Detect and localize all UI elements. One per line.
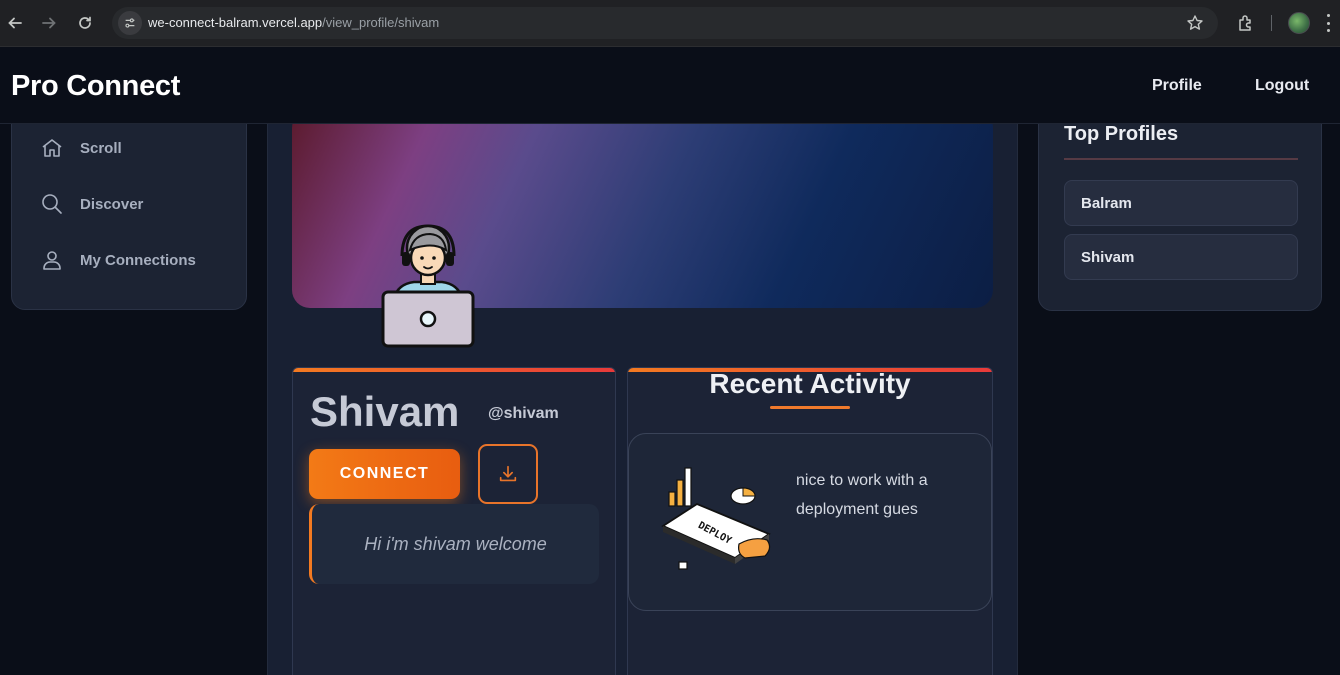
profile-handle: @shivam xyxy=(488,405,559,422)
profile-info-panel: Shivam @shivam CONNECT Hi i'm shivam wel… xyxy=(292,367,616,675)
post-text: nice to work with a deployment gues xyxy=(796,472,928,518)
bookmark-star-icon[interactable] xyxy=(1186,14,1204,32)
top-profiles-title: Top Profiles xyxy=(1064,123,1179,145)
profile-avatar xyxy=(381,224,475,348)
title-underline xyxy=(770,406,850,409)
sidebar-item-label: My Connections xyxy=(80,251,196,269)
app-header: Pro Connect Profile Logout xyxy=(0,48,1340,124)
url-path: /view_profile/shivam xyxy=(322,15,440,30)
bio-text: Hi i'm shivam welcome xyxy=(364,533,547,554)
forward-icon[interactable] xyxy=(38,12,60,34)
left-sidebar: Scroll Discover My Connections xyxy=(11,100,247,310)
user-icon xyxy=(43,251,61,270)
browser-menu-icon[interactable] xyxy=(1327,14,1331,32)
back-icon[interactable] xyxy=(4,12,26,34)
top-profiles-card: Top Profiles Balram Shivam xyxy=(1038,100,1322,311)
title-divider xyxy=(1064,158,1298,160)
connect-button[interactable]: CONNECT xyxy=(309,449,460,499)
download-button[interactable] xyxy=(478,444,538,504)
home-icon xyxy=(42,139,62,157)
browser-toolbar: we-connect-balram.vercel.app/view_profil… xyxy=(0,0,1340,47)
recent-activity-panel: Recent Activity DEPLOY nice to work with… xyxy=(627,367,993,675)
activity-title: Recent Activity xyxy=(709,368,911,399)
panel-accent-bar xyxy=(293,368,615,372)
download-icon xyxy=(499,465,517,482)
profile-name: Shivam xyxy=(310,388,460,435)
url-host: we-connect-balram.vercel.app xyxy=(148,15,323,30)
extensions-icon[interactable] xyxy=(1236,13,1256,33)
top-profile-item-balram[interactable]: Balram xyxy=(1064,180,1298,226)
nav-profile-link[interactable]: Profile xyxy=(1152,77,1202,95)
toolbar-divider xyxy=(1271,15,1272,31)
search-icon xyxy=(42,194,62,214)
address-bar[interactable]: we-connect-balram.vercel.app/view_profil… xyxy=(112,7,1218,39)
sidebar-item-label: Discover xyxy=(80,195,144,213)
bio-box: Hi i'm shivam welcome xyxy=(309,504,599,584)
sidebar-item-discover[interactable]: Discover xyxy=(40,192,143,216)
sidebar-item-label: Scroll xyxy=(80,139,122,157)
nav-logout-link[interactable]: Logout xyxy=(1255,77,1309,95)
browser-profile-avatar[interactable] xyxy=(1288,12,1310,34)
url-text: we-connect-balram.vercel.app/view_profil… xyxy=(148,15,439,30)
top-profile-item-shivam[interactable]: Shivam xyxy=(1064,234,1298,280)
site-settings-icon[interactable] xyxy=(118,11,142,35)
sidebar-item-scroll[interactable]: Scroll xyxy=(40,136,122,160)
deploy-illustration: DEPLOY xyxy=(661,467,771,570)
reload-icon[interactable] xyxy=(74,12,96,34)
sidebar-item-connections[interactable]: My Connections xyxy=(40,248,196,272)
activity-post-card[interactable]: DEPLOY nice to work with a deployment gu… xyxy=(628,433,992,611)
brand-logo[interactable]: Pro Connect xyxy=(11,70,180,103)
